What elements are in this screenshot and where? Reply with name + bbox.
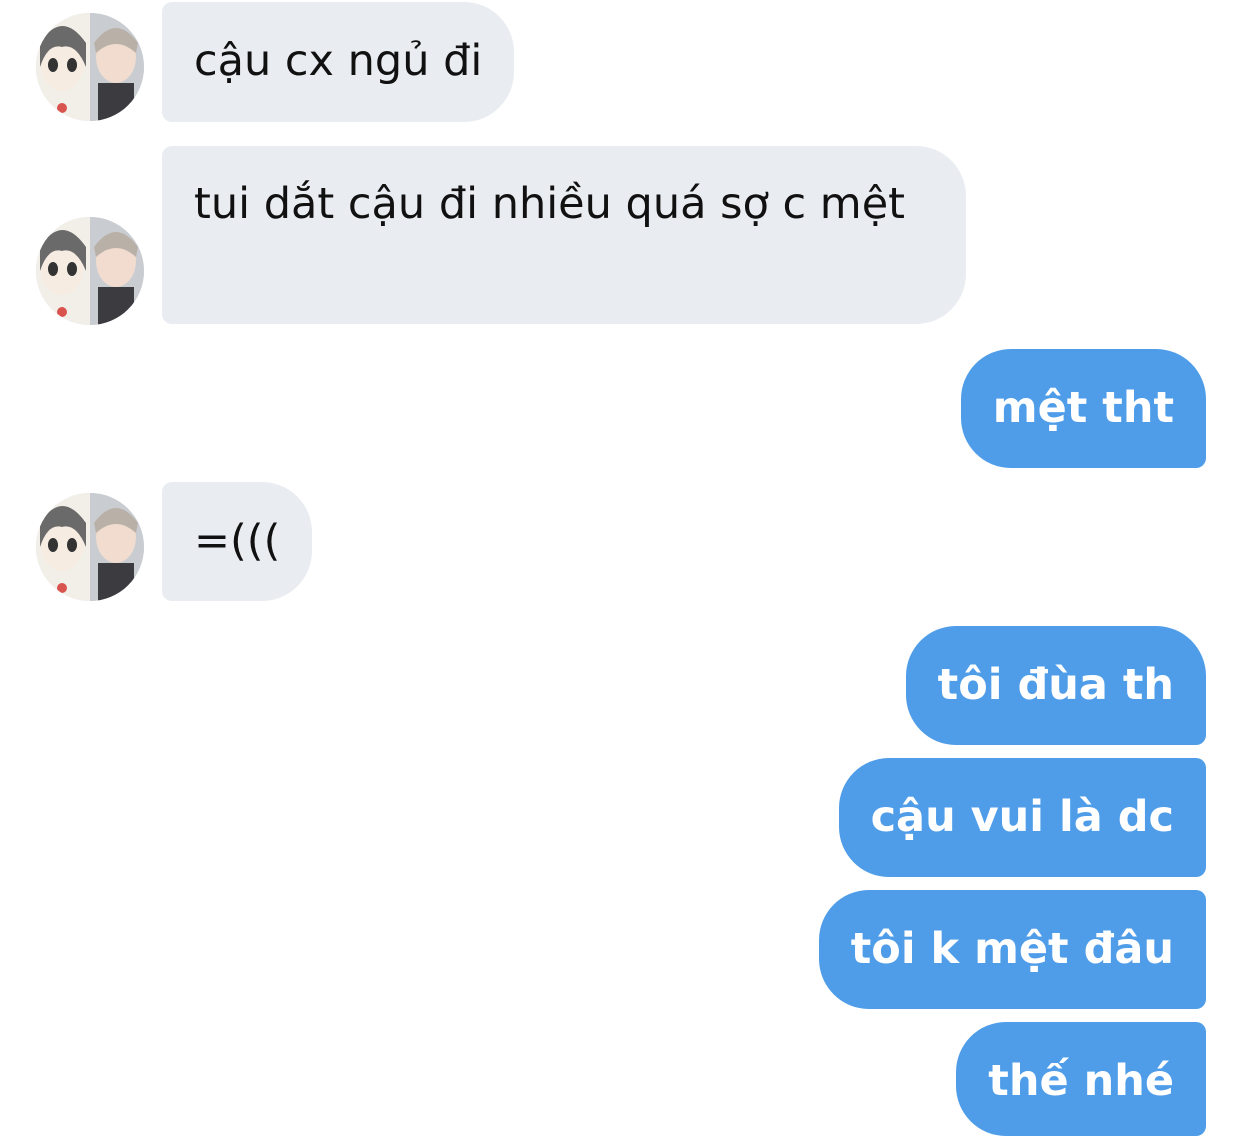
outgoing-bubble[interactable]: mệt tht bbox=[960, 349, 1206, 468]
message-text: tôi k mệt đâu bbox=[850, 924, 1174, 974]
outgoing-bubble[interactable]: tôi đùa th bbox=[905, 626, 1206, 745]
message-text: =((( bbox=[194, 516, 281, 566]
incoming-bubble[interactable]: cậu cx ngủ đi bbox=[162, 2, 515, 122]
outgoing-bubble[interactable]: tôi k mệt đâu bbox=[818, 890, 1206, 1009]
message-text: cậu vui là dc bbox=[870, 792, 1174, 842]
outgoing-bubble[interactable]: cậu vui là dc bbox=[838, 758, 1206, 877]
message-text: thế nhé bbox=[988, 1056, 1174, 1106]
incoming-bubble[interactable]: tui dắt cậu đi nhiều quá sợ c mệt bbox=[162, 146, 966, 324]
avatar-image bbox=[36, 13, 144, 121]
message-text: cậu cx ngủ đi bbox=[194, 36, 483, 86]
avatar[interactable] bbox=[36, 13, 144, 121]
outgoing-bubble[interactable]: thế nhé bbox=[956, 1022, 1206, 1136]
avatar-image bbox=[36, 493, 144, 601]
avatar[interactable] bbox=[36, 493, 144, 601]
message-text: mệt tht bbox=[992, 383, 1174, 433]
avatar[interactable] bbox=[36, 217, 144, 325]
message-text: tôi đùa th bbox=[937, 660, 1174, 710]
avatar-image bbox=[36, 217, 144, 325]
incoming-bubble[interactable]: =((( bbox=[162, 482, 313, 601]
message-text: tui dắt cậu đi nhiều quá sợ c mệt bbox=[194, 179, 906, 229]
